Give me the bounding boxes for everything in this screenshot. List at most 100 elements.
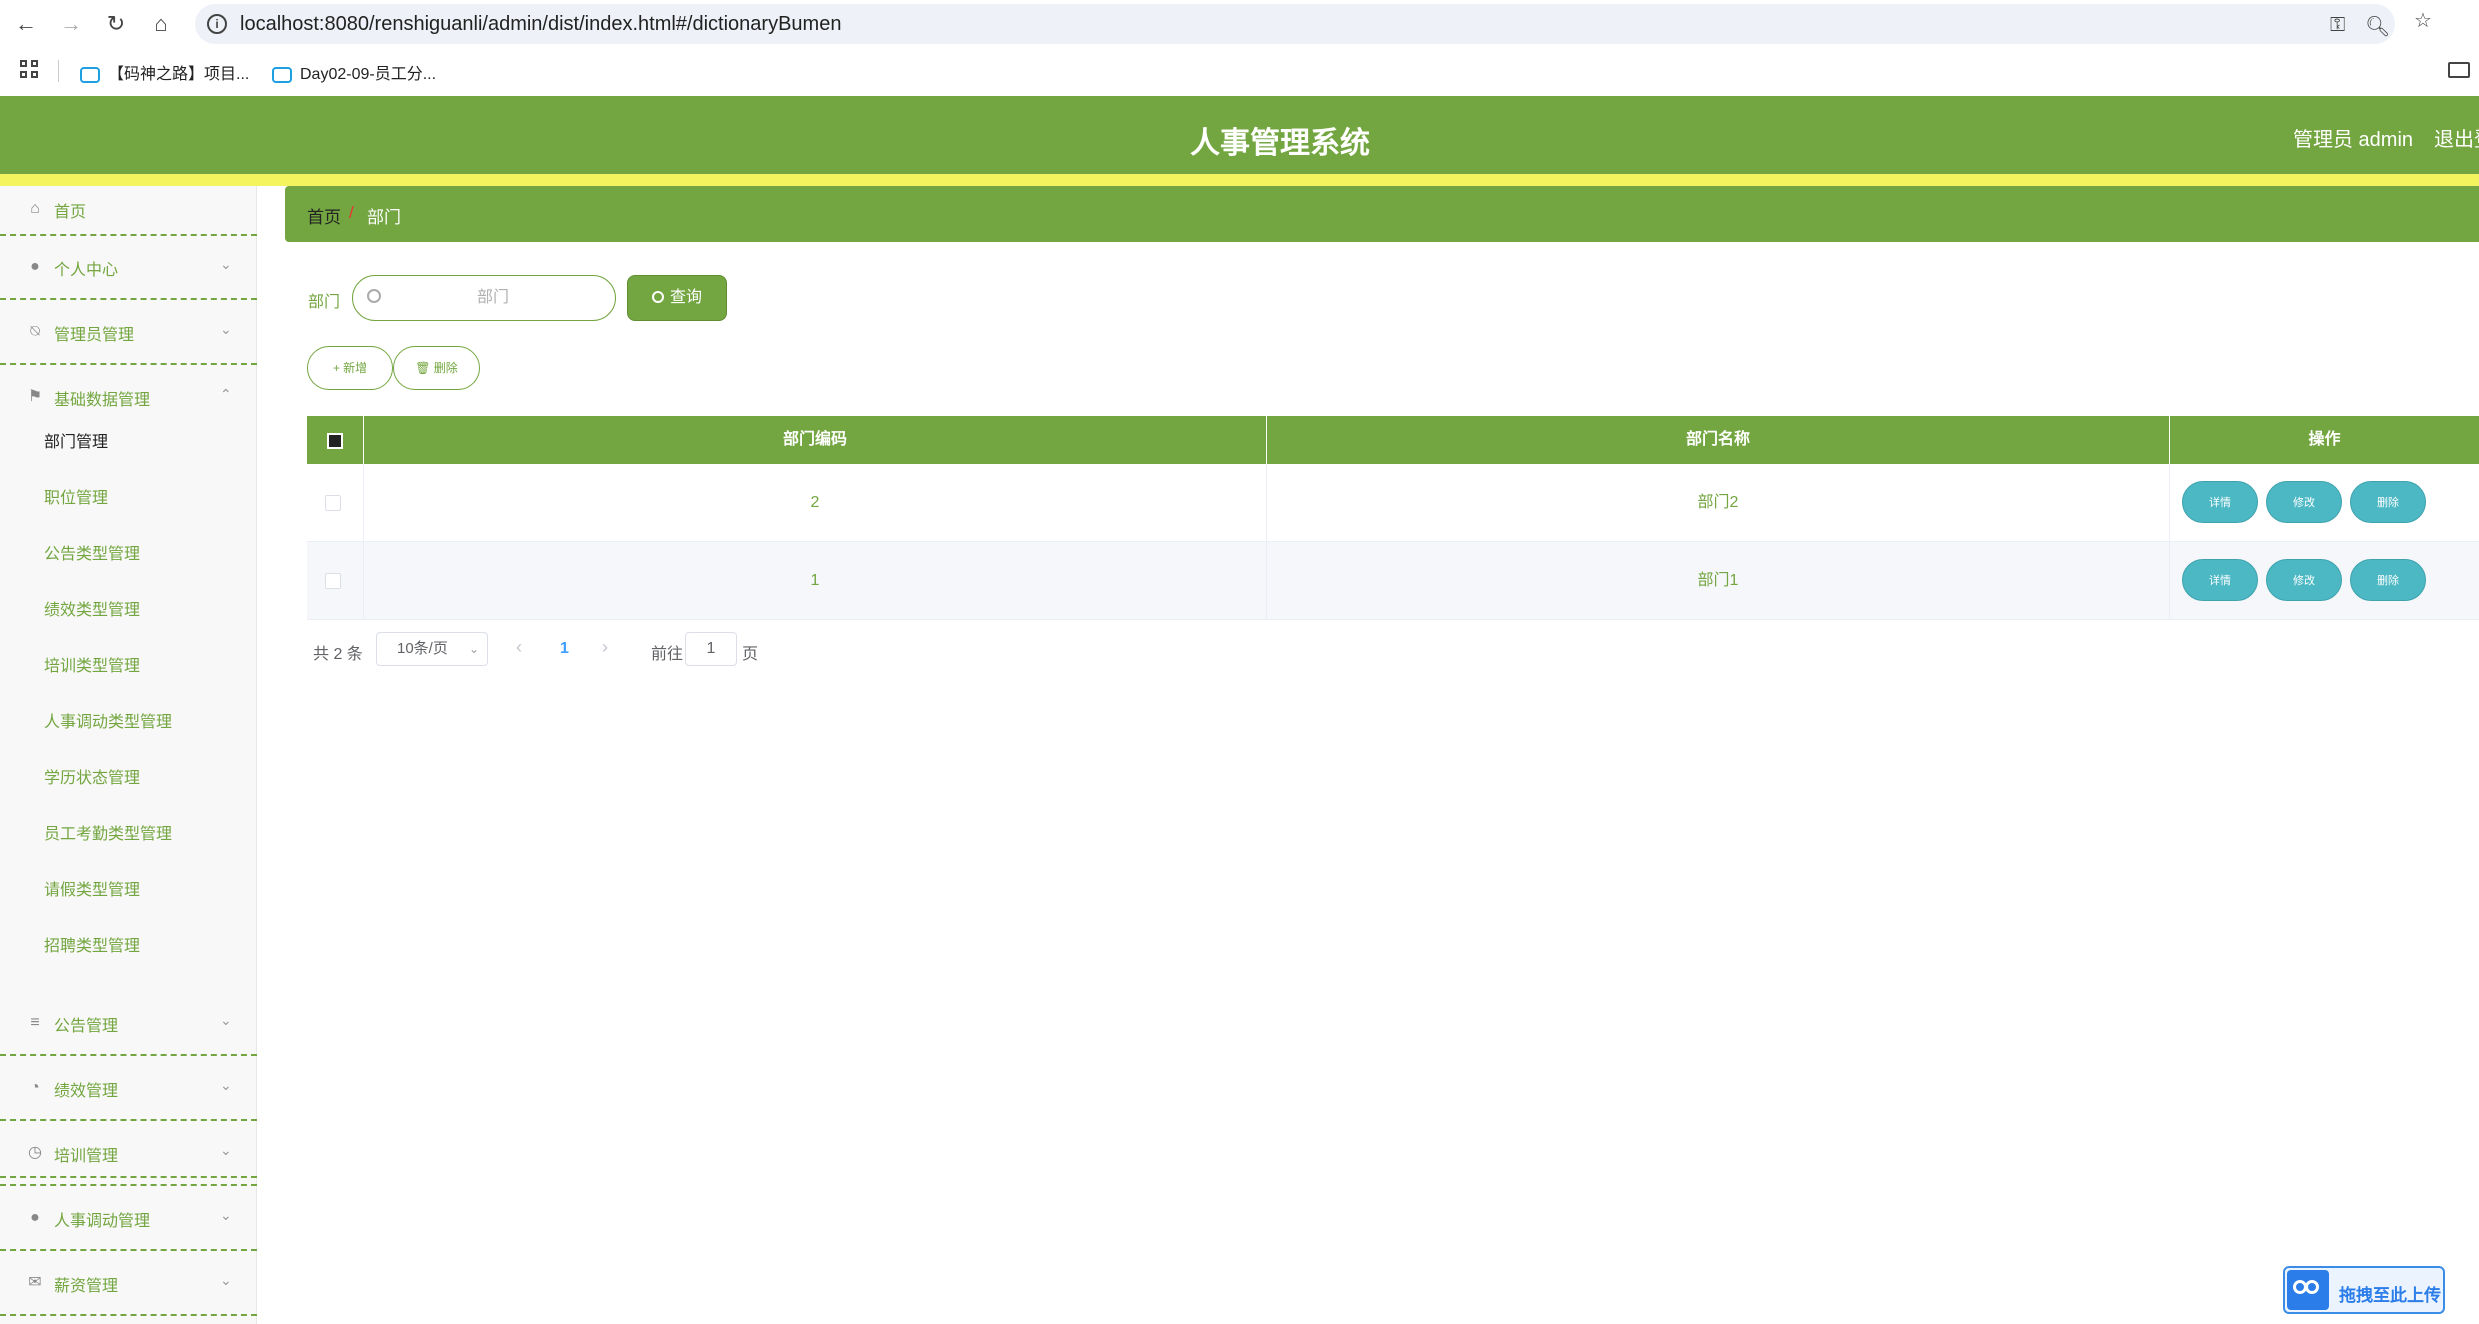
mail-icon: ✉ [28,1274,42,1291]
sidebar-item-training[interactable]: ◷ 培训管理 ⌄ [0,1122,257,1186]
search-icon [651,291,664,303]
row-check-cell [307,464,364,542]
detail-button[interactable]: 详情 [2182,481,2258,523]
sidebar-subitem-recruit-type[interactable]: 招聘类型管理 [44,932,140,956]
bilibili-icon [272,66,292,83]
sidebar-item-label: 人事调动管理 [54,1213,151,1230]
column-header-code[interactable]: 部门编码 [364,416,1267,464]
cell-code: 1 [364,542,1267,620]
apps-icon[interactable] [20,60,40,80]
sidebar-subitem-transfer-type[interactable]: 人事调动类型管理 [44,708,172,732]
search-button-label: 查询 [669,289,702,306]
sidebar-item-label: 薪资管理 [54,1278,119,1295]
batch-delete-label: 删除 [433,361,458,375]
search-field[interactable] [393,284,593,312]
sidebar-subitem-position[interactable]: 职位管理 [44,484,108,508]
chevron-down-icon: ⌄ [220,256,232,272]
flag-icon: ⚑ [27,388,43,405]
row-check-cell [307,542,364,620]
sidebar-subitem-attendance-type[interactable]: 员工考勤类型管理 [44,820,172,844]
select-all-cell [307,416,364,464]
delete-button[interactable]: 删除 [2350,559,2426,601]
home-icon: ⌂ [30,200,40,217]
sidebar-subitem-department[interactable]: 部门管理 [44,428,108,452]
sidebar-item-label: 培训管理 [54,1148,119,1165]
sidebar-item-profile[interactable]: ● 个人中心 ⌄ [0,236,257,300]
sidebar-item-label: 管理员管理 [54,327,135,344]
zoom-icon[interactable]: 🔍︎ [2365,14,2390,39]
bookmark-separator [58,60,59,82]
address-bar[interactable]: i localhost:8080/renshiguanli/admin/dist… [195,4,2395,44]
add-button[interactable]: + 新增 [307,346,393,390]
next-page-icon[interactable]: › [602,637,608,658]
search-icon [367,289,381,303]
column-header-actions: 操作 [2308,431,2341,448]
bookmark-item[interactable]: Day02-09-员工分... [272,60,436,84]
edit-button[interactable]: 修改 [2266,559,2342,601]
detail-button[interactable]: 详情 [2182,559,2258,601]
breadcrumb-home[interactable]: 首页 [307,203,341,228]
search-input[interactable] [352,275,616,321]
sidebar-item-transfer[interactable]: ● 人事调动管理 ⌄ [0,1187,257,1251]
sidebar-item-performance[interactable]: ◔ 绩效管理 ⌄ [0,1057,257,1121]
search-button[interactable]: 查询 [627,275,727,321]
table-row: 2 部门2 详情 修改 删除 [307,464,2479,542]
user-icon: ● [30,258,40,275]
page-number[interactable]: 1 [560,640,569,658]
bookmark-star-icon[interactable]: ☆ [2414,8,2432,33]
column-header-name[interactable]: 部门名称 [1267,416,2170,464]
chevron-up-icon: ⌃ [220,386,232,402]
bookmark-item[interactable]: 【码神之路】项目... [80,60,249,84]
pagination-total: 共 2 条 [313,646,363,663]
sidebar-subitem-education-status[interactable]: 学历状态管理 [44,764,140,788]
bookmark-label: 【码神之路】项目... [108,66,250,83]
page-suffix: 页 [742,646,759,663]
batch-delete-button[interactable]: 🗑︎ 删除 [393,346,480,390]
reload-icon[interactable]: ↻ [102,10,130,38]
home-icon[interactable]: ⌂ [147,10,175,38]
cell-actions: 详情 修改 删除 [2170,542,2479,620]
delete-button[interactable]: 删除 [2350,481,2426,523]
sidebar-item-admins[interactable]: ⍉ 管理员管理 ⌄ [0,301,257,365]
sidebar-subitem-leave-type[interactable]: 请假类型管理 [44,876,140,900]
logout-link[interactable]: 退出登录 [2434,123,2479,152]
sidebar-item-label: 绩效管理 [54,1083,119,1100]
folder-icon[interactable] [2448,62,2470,78]
search-label: 部门 [308,294,341,311]
sidebar-item-salary[interactable]: ✉ 薪资管理 ⌄ [0,1252,257,1316]
goto-page-input[interactable]: 1 [685,632,737,666]
back-icon[interactable]: ← [12,10,40,38]
table-header: 部门编码 部门名称 操作 [307,416,2479,464]
upload-label: 拖拽至此上传 [2339,1286,2441,1305]
upload-dropzone[interactable]: 拖拽至此上传 [2283,1266,2445,1314]
admin-label: 管理员 admin [2293,129,2414,151]
bookmark-label: Day02-09-员工分... [300,66,437,83]
chevron-down-icon: ⌄ [220,1142,232,1158]
table-row: 1 部门1 详情 修改 删除 [307,542,2479,620]
sidebar-subitem-training-type[interactable]: 培训类型管理 [44,652,140,676]
sidebar-item-label: 公告管理 [54,1018,119,1035]
site-info-icon[interactable]: i [207,14,227,34]
row-checkbox[interactable] [325,573,341,589]
breadcrumb-separator: / [349,203,354,222]
chevron-down-icon: ⌄ [220,1077,232,1093]
chevron-down-icon: ⌄ [220,1012,232,1028]
select-all-checkbox[interactable] [327,433,343,449]
sidebar-item-notices[interactable]: ≡ 公告管理 ⌄ [0,992,257,1056]
password-key-icon[interactable]: ⚿ [2330,14,2345,37]
breadcrumb-current: 部门 [367,208,401,227]
forward-icon[interactable]: → [57,10,85,38]
sidebar-subitem-notice-type[interactable]: 公告类型管理 [44,540,140,564]
sidebar-subitem-performance-type[interactable]: 绩效类型管理 [44,596,140,620]
chevron-down-icon: ⌄ [220,1272,232,1288]
goto-label: 前往 [651,646,684,663]
prev-page-icon[interactable]: ‹ [516,637,522,658]
gauge-icon: ◔ [30,1079,40,1096]
sidebar-item-home[interactable]: ⌂ 首页 [0,186,257,236]
row-checkbox[interactable] [325,495,341,511]
bell-off-icon: ⍉ [30,323,40,340]
chevron-down-icon: ⌄ [220,321,232,337]
header-stripe [0,174,2479,186]
edit-button[interactable]: 修改 [2266,481,2342,523]
page-size-select[interactable]: 10条/页 ⌄ [376,632,488,666]
